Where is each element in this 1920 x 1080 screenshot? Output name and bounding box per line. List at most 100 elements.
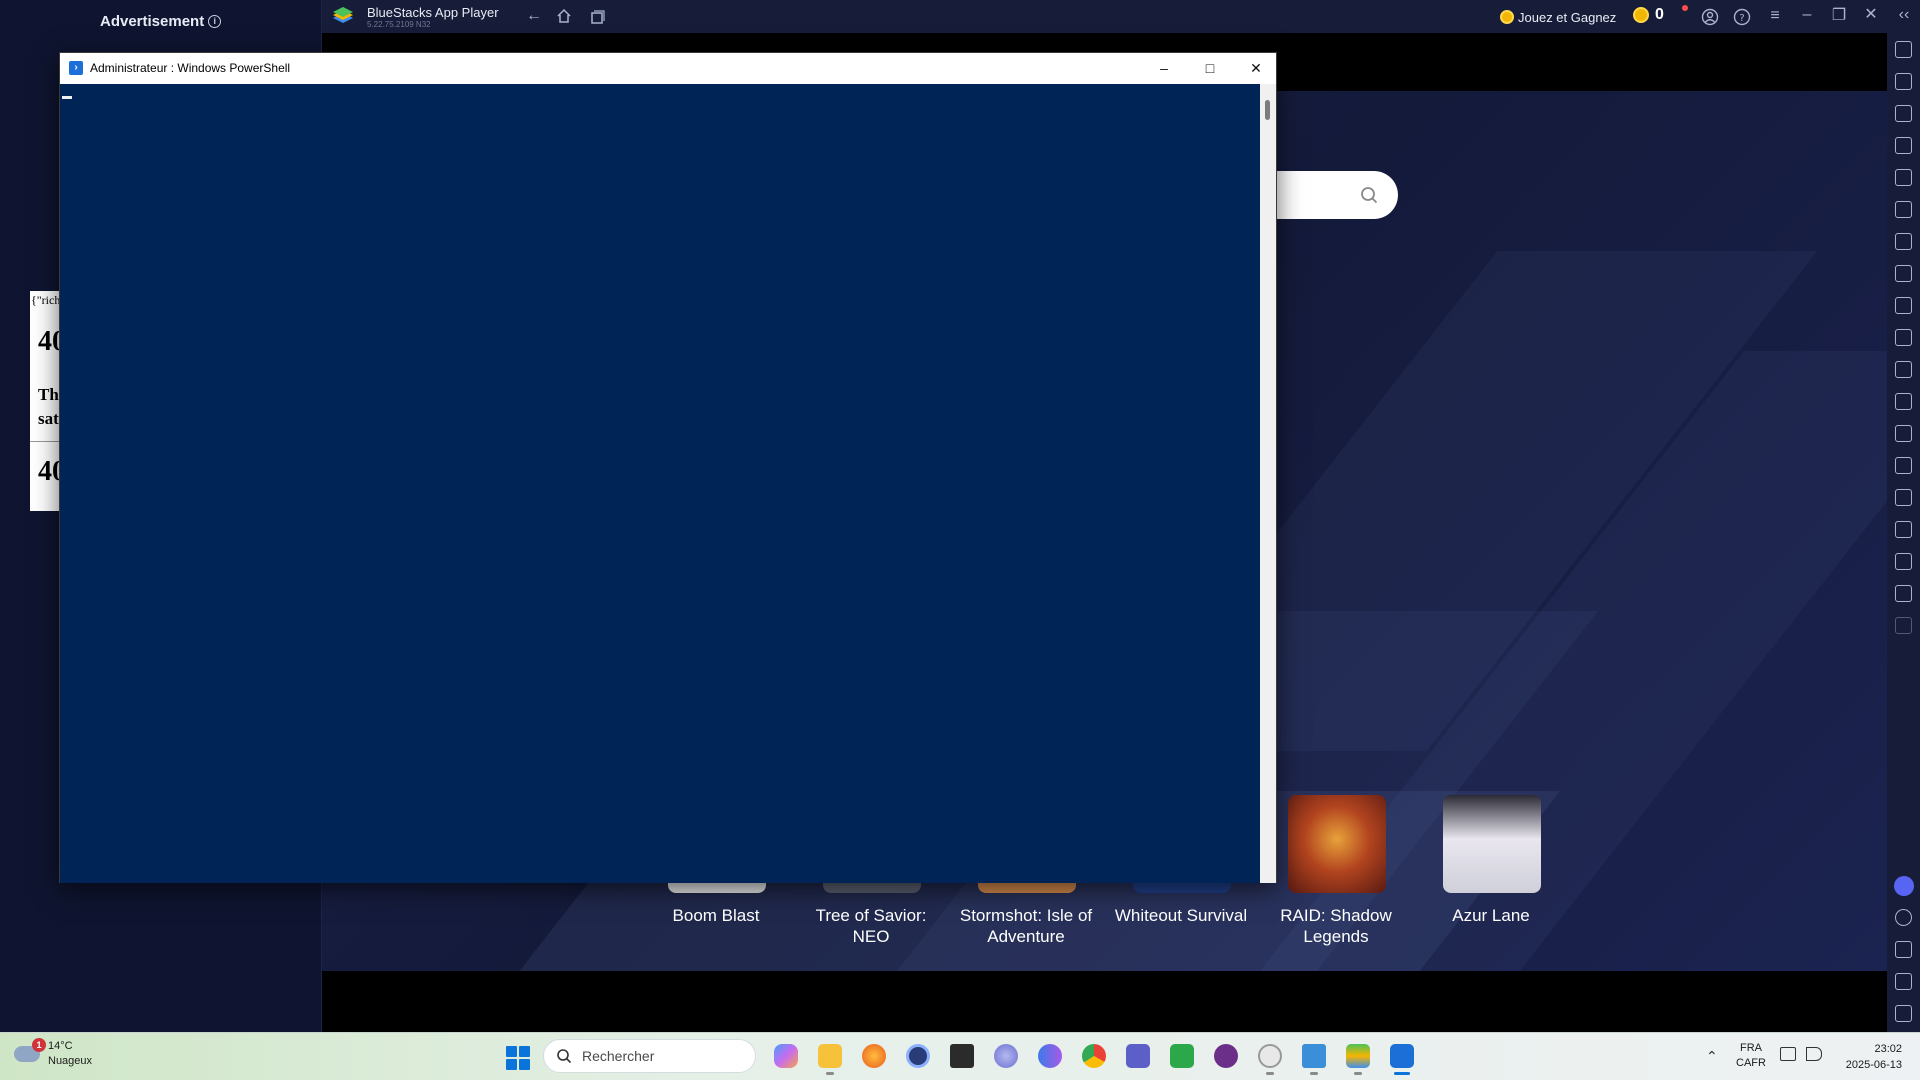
play-and-earn-button[interactable]: Jouez et Gagnez [1500,7,1616,27]
game-icon-azur-lane[interactable] [1443,795,1541,893]
search-icon[interactable] [1360,186,1378,204]
ad-paragraph-line2: sat [38,409,59,428]
powershell-window-title: Administrateur : Windows PowerShell [90,61,291,75]
sync-icon[interactable] [1895,201,1912,218]
airplane-icon[interactable] [1895,425,1912,442]
input-language[interactable]: FRA CAFR [1736,1041,1766,1071]
game-title-tree-of-savior[interactable]: Tree of Savior: NEO [796,905,946,947]
powershell-window[interactable]: › Administrateur : Windows PowerShell – … [59,52,1277,883]
minimize-button[interactable]: – [1141,53,1187,84]
epic-games-icon[interactable] [950,1044,974,1068]
recent-apps-icon[interactable] [589,9,605,25]
powershell-console[interactable] [60,84,1260,883]
fullscreen-icon[interactable] [1895,41,1912,58]
weather-badge: 1 [32,1038,46,1052]
location-icon[interactable] [1895,521,1912,538]
browser-icon[interactable] [906,1044,930,1068]
active-indicator [1394,1072,1410,1075]
collapse-sidebar-icon[interactable]: ‹‹ [1894,7,1914,23]
back-icon[interactable] [1895,941,1912,958]
timer-icon[interactable] [1895,585,1912,602]
network-icon[interactable] [1780,1047,1796,1061]
screenshot-icon[interactable] [1895,297,1912,314]
game-title-raid-shadow-legends[interactable]: RAID: Shadow Legends [1261,905,1411,947]
notepad-icon[interactable] [1302,1044,1326,1068]
speaker-icon[interactable] [1806,1047,1822,1061]
menu-icon[interactable]: ≡ [1765,8,1785,24]
perplexity-icon[interactable] [994,1044,1018,1068]
eco-mode-icon[interactable] [1895,265,1912,282]
weather-temp: 14°C [48,1040,73,1052]
teams-icon[interactable] [1126,1044,1150,1068]
h-app-icon[interactable] [1170,1044,1194,1068]
scrollbar-thumb[interactable] [1265,100,1270,120]
media-icon[interactable] [1895,105,1912,122]
notification-dot [1682,5,1688,11]
powershell-taskbar-icon[interactable] [1390,1044,1414,1068]
info-icon[interactable]: i [208,15,222,28]
powershell-titlebar[interactable]: › Administrateur : Windows PowerShell – … [60,53,1276,84]
ad-paragraph-line1: Th [38,385,59,404]
firefox-icon[interactable] [862,1044,886,1068]
game-title-boom-blast[interactable]: Boom Blast [641,905,791,926]
app-icon[interactable] [1038,1044,1062,1068]
weather-text: 14°C Nuageux [48,1039,92,1069]
running-indicator [1310,1072,1318,1075]
language-code: FRA [1739,1042,1762,1054]
close-icon[interactable]: ✕ [1861,7,1881,23]
more-icon[interactable] [1895,617,1912,634]
game-title-whiteout-survival[interactable]: Whiteout Survival [1106,905,1256,926]
gallery-icon[interactable] [1895,393,1912,410]
ad-content-box[interactable]: {"rich 40 Th sat 40 [30,291,60,511]
layers-icon[interactable] [1895,553,1912,570]
resize-icon[interactable] [1895,457,1912,474]
record-icon[interactable] [1895,329,1912,346]
weather-widget[interactable]: 1 14°C Nuageux [14,1038,92,1069]
macro-icon[interactable] [1895,169,1912,186]
search-icon [557,1049,572,1064]
bluestacks-taskbar-icon[interactable] [1346,1044,1370,1068]
recents-nav-icon[interactable] [1895,1005,1912,1022]
weather-desc: Nuageux [48,1055,93,1067]
taskbar-search[interactable]: Rechercher [543,1039,756,1073]
home-icon[interactable] [556,8,572,24]
performance-icon[interactable] [1895,233,1912,250]
bluestacks-version: 5.22.75.2109 N32 [367,20,431,29]
clock-app-icon[interactable] [1258,1044,1282,1068]
gamepad-icon [1500,10,1514,24]
account-icon[interactable] [1701,8,1719,26]
running-indicator [1266,1072,1274,1075]
minimize-icon[interactable]: – [1797,7,1817,23]
keyboard-icon[interactable] [1895,137,1912,154]
close-button[interactable]: ✕ [1233,53,1279,84]
bluestacks-bottom-bar [322,972,1887,1032]
text-cursor [62,96,72,99]
volume-icon[interactable] [1895,73,1912,90]
start-button[interactable] [506,1046,530,1070]
restore-icon[interactable]: ❐ [1829,8,1849,24]
discord-icon[interactable] [1894,876,1914,896]
chevron-up-icon[interactable]: ⌃ [1706,1048,1718,1065]
maximize-button[interactable]: □ [1187,53,1233,84]
coin-count: 0 [1655,6,1664,23]
system-tray[interactable] [1780,1047,1822,1061]
file-explorer-icon[interactable] [818,1044,842,1068]
github-icon[interactable] [1214,1044,1238,1068]
console-scrollbar[interactable] [1260,84,1276,883]
bluestacks-app-name: BlueStacks App Player [367,5,499,20]
game-icon-raid-shadow-legends[interactable] [1288,795,1386,893]
home-nav-icon[interactable] [1895,973,1912,990]
game-title-stormshot[interactable]: Stormshot: Isle of Adventure [951,905,1101,947]
svg-text:?: ? [1739,13,1744,24]
coin-balance[interactable]: 0 [1633,6,1664,24]
system-clock[interactable]: 23:02 2025-06-13 [1836,1041,1902,1073]
game-title-azur-lane[interactable]: Azur Lane [1416,905,1566,926]
multi-instance-icon[interactable] [1895,361,1912,378]
copilot-icon[interactable] [774,1044,798,1068]
chrome-icon[interactable] [1082,1044,1106,1068]
back-arrow-icon[interactable]: ← [524,8,544,24]
help-icon[interactable]: ? [1733,8,1751,26]
powershell-icon: › [69,61,83,75]
settings-icon[interactable] [1895,909,1912,926]
rotate-icon[interactable] [1895,489,1912,506]
